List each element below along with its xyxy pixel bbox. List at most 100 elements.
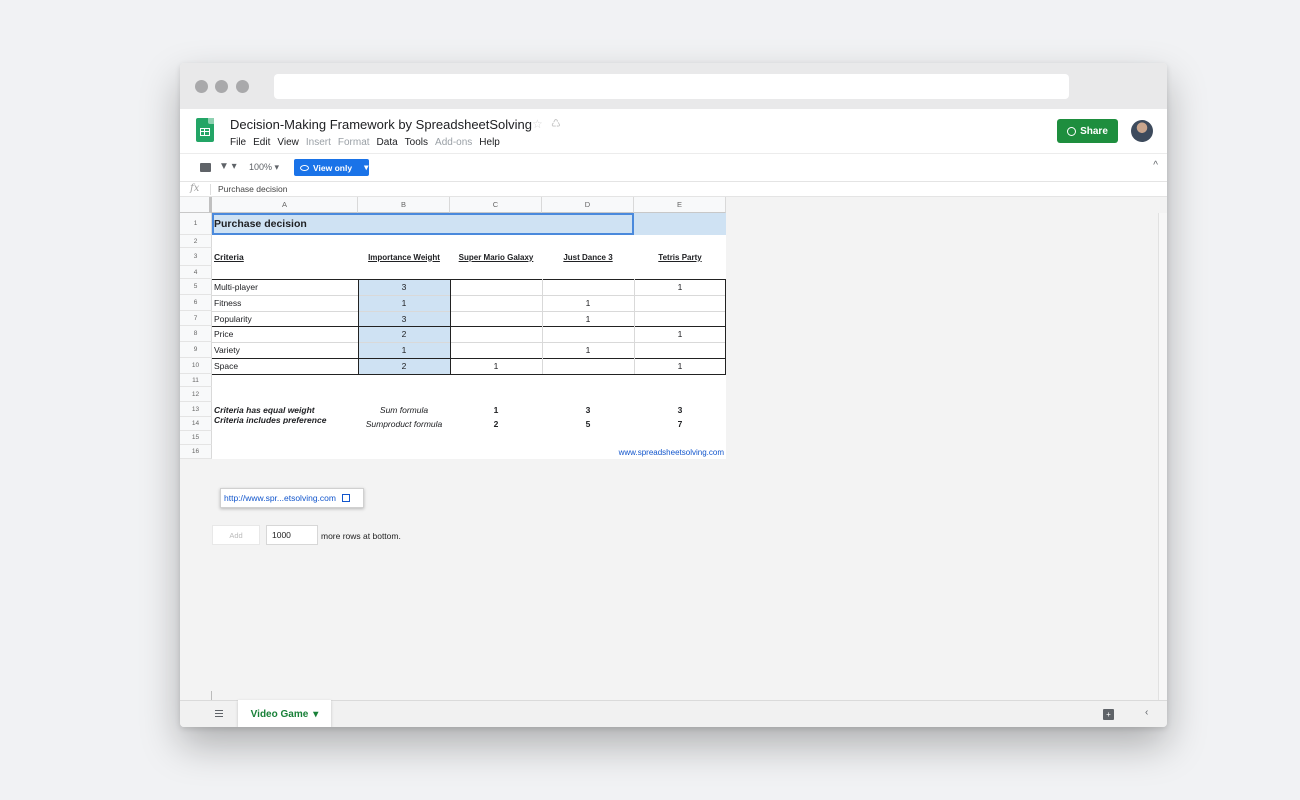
explore-icon[interactable]: + [1103,709,1114,720]
row-header[interactable]: 11 [180,374,212,387]
score-just-dance[interactable] [542,279,634,295]
score-super-mario[interactable] [450,326,542,342]
collapse-toolbar-icon[interactable]: ^ [1153,160,1158,171]
score-just-dance[interactable]: 1 [542,342,634,358]
side-panel-toggle-icon[interactable]: ‹ [1145,707,1148,718]
column-header-e[interactable]: E [634,197,726,213]
score-super-mario[interactable] [450,342,542,358]
summary-formula[interactable]: Sum formula [358,402,450,417]
header-tetris[interactable]: Tetris Party [634,248,726,266]
row-header[interactable]: 2 [180,235,212,248]
score-tetris[interactable] [634,295,726,311]
score-tetris[interactable] [634,342,726,358]
summary-just-dance[interactable]: 5 [542,417,634,431]
row-header[interactable]: 13 [180,402,212,417]
document-title[interactable]: Decision-Making Framework by Spreadsheet… [230,117,532,132]
score-super-mario[interactable]: 1 [450,358,542,374]
sheets-logo-icon[interactable] [196,118,214,142]
summary-just-dance[interactable]: 3 [542,402,634,417]
score-super-mario[interactable] [450,279,542,295]
column-header-d[interactable]: D [542,197,634,213]
score-just-dance[interactable]: 1 [542,311,634,326]
menu-view[interactable]: View [277,137,299,148]
link-tooltip[interactable]: http://www.spr...etsolving.com [220,488,364,508]
criteria-name[interactable]: Price [212,326,358,342]
row-header[interactable]: 5 [180,279,212,295]
column-header-b[interactable]: B [358,197,450,213]
menu-file[interactable]: File [230,137,246,148]
avatar[interactable] [1131,120,1153,142]
move-to-folder-icon[interactable]: ♺ [551,117,561,130]
summary-tetris[interactable]: 3 [634,402,726,417]
criteria-name[interactable]: Fitness [212,295,358,311]
vertical-scrollbar[interactable] [1158,213,1167,700]
share-button[interactable]: Share [1057,119,1118,143]
summary-formula[interactable]: Sumproduct formula [358,417,450,431]
row-header[interactable]: 10 [180,358,212,374]
score-tetris[interactable]: 1 [634,279,726,295]
criteria-weight[interactable]: 3 [358,311,450,326]
tab-caret-icon[interactable]: ▾ [313,709,318,720]
score-just-dance[interactable] [542,326,634,342]
menu-insert[interactable]: Insert [306,137,331,148]
zoom-select[interactable]: 100% ▾ [249,162,279,173]
print-icon[interactable] [200,163,211,172]
window-minimize-dot[interactable] [215,80,228,93]
summary-label[interactable]: Criteria includes preference [212,415,352,424]
criteria-weight[interactable]: 2 [358,358,450,374]
star-icon[interactable]: ☆ [532,117,543,131]
criteria-name[interactable]: Multi-player [212,279,358,295]
row-header[interactable]: 14 [180,417,212,431]
row-header[interactable]: 4 [180,266,212,279]
link-tooltip-url[interactable]: http://www.spr...etsolving.com [224,493,336,503]
rows-count-input[interactable]: 1000 [266,525,318,545]
summary-tetris[interactable]: 7 [634,417,726,431]
header-criteria[interactable]: Criteria [212,248,358,266]
open-external-icon[interactable] [341,494,350,502]
score-tetris[interactable] [634,311,726,326]
score-super-mario[interactable] [450,295,542,311]
score-just-dance[interactable] [542,358,634,374]
window-close-dot[interactable] [195,80,208,93]
criteria-name[interactable]: Space [212,358,358,374]
row-header[interactable]: 6 [180,295,212,311]
row-header[interactable]: 9 [180,342,212,358]
formula-bar-content[interactable]: Purchase decision [218,184,287,194]
row-header[interactable]: 12 [180,387,212,402]
score-super-mario[interactable] [450,311,542,326]
all-sheets-menu-icon[interactable] [215,710,223,717]
address-bar[interactable] [274,74,1069,99]
row-header[interactable]: 16 [180,445,212,459]
tab-video-game[interactable]: Video Game ▾ [238,700,331,727]
add-rows-button[interactable]: Add [212,525,260,545]
column-header-a[interactable]: A [212,197,358,213]
header-super-mario[interactable]: Super Mario Galaxy [450,248,542,266]
cell-a1[interactable]: Purchase decision [212,213,512,235]
window-zoom-dot[interactable] [236,80,249,93]
website-link[interactable]: www.spreadsheetsolving.com [542,445,726,459]
criteria-weight[interactable]: 3 [358,279,450,295]
view-only-button[interactable]: View only ▾ [294,159,369,176]
score-tetris[interactable]: 1 [634,326,726,342]
menu-help[interactable]: Help [479,137,500,148]
row-header[interactable]: 3 [180,248,212,266]
score-tetris[interactable]: 1 [634,358,726,374]
filter-icon[interactable]: ▼ ▾ [219,161,237,172]
criteria-weight[interactable]: 1 [358,295,450,311]
row-header[interactable]: 7 [180,311,212,326]
criteria-weight[interactable]: 2 [358,326,450,342]
select-all-corner[interactable] [180,197,212,213]
summary-super-mario[interactable]: 1 [450,402,542,417]
criteria-name[interactable]: Popularity [212,311,358,326]
header-just-dance[interactable]: Just Dance 3 [542,248,634,266]
menu-format[interactable]: Format [338,137,370,148]
column-header-c[interactable]: C [450,197,542,213]
summary-super-mario[interactable]: 2 [450,417,542,431]
criteria-name[interactable]: Variety [212,342,358,358]
row-header[interactable]: 8 [180,326,212,342]
score-just-dance[interactable]: 1 [542,295,634,311]
menu-edit[interactable]: Edit [253,137,270,148]
menu-data[interactable]: Data [377,137,398,148]
header-importance[interactable]: Importance Weight [358,248,450,266]
criteria-weight[interactable]: 1 [358,342,450,358]
